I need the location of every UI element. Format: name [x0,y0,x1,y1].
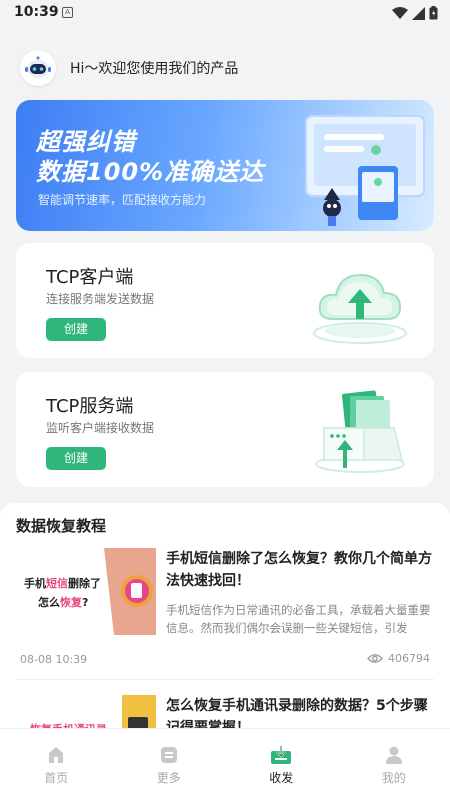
thumb-caption-1: 手机短信删除了 [24,577,101,590]
transfer-icon [271,746,292,764]
notification-icon: A [62,7,73,18]
tab-label: 收发 [269,771,294,785]
card-subtitle: 连接服务端发送数据 [46,292,155,306]
wifi-icon [392,6,408,19]
robot-icon [25,56,51,78]
tutorial-section: 数据恢复教程 手机短信删除了 怎么恢复? 手机短信删除了怎么恢复？教你几个简单方… [0,503,450,743]
greeting-row: Hi～欢迎您使用我们的产品 [20,50,238,86]
tab-more[interactable]: 更多 [113,729,226,801]
article-divider [16,679,434,680]
article-thumb-bg [104,548,156,635]
promo-banner[interactable]: 超强纠错 数据100%准确送达 智能调节速率，匹配接收方能力 [16,100,434,231]
monitor-illustration [305,115,425,226]
views-count: 406794 [388,652,430,665]
greeting-text: Hi～欢迎您使用我们的产品 [70,61,239,77]
article-title[interactable]: 手机短信删除了怎么恢复？教你几个简单方法快速找回！ [166,548,436,592]
tcp-client-card[interactable]: TCP客户端 连接服务端发送数据 创建 [16,243,434,358]
banner-subtitle: 智能调节速率，匹配接收方能力 [38,193,207,207]
card-title: TCP服务端 [46,396,134,417]
card-title: TCP客户端 [46,267,134,288]
bottom-tab-bar: 首页 更多 收发 我的 [0,728,450,801]
status-time: 10:39 [14,4,59,20]
tab-home[interactable]: 首页 [0,729,113,801]
article-views: 406794 [367,652,430,665]
eye-icon [367,654,383,663]
battery-icon [429,6,438,20]
robot-avatar [20,50,56,86]
user-icon [385,746,402,764]
tab-mine[interactable]: 我的 [338,729,450,801]
status-icons [392,6,438,20]
article-date: 08-08 10:39 [20,653,88,666]
create-client-button[interactable]: 创建 [46,318,106,341]
tab-label: 首页 [44,771,69,785]
card-subtitle: 监听客户端接收数据 [46,421,155,435]
more-icon [160,747,177,763]
article-description: 手机短信作为日常通讯的必备工具，承载着大量重要信息。然而我们偶尔会误删一些关键短… [166,603,431,635]
cloud-upload-icon [313,273,407,344]
tab-label: 我的 [381,771,406,785]
section-title: 数据恢复教程 [16,517,107,535]
create-server-button[interactable]: 创建 [46,447,106,470]
signal-icon [412,6,425,20]
banner-title-2: 数据100%准确送达 [36,158,265,186]
tab-label: 更多 [156,771,181,785]
inbox-download-icon [315,390,405,473]
thumb-caption-2: 怎么恢复? [38,596,89,609]
home-icon [49,747,64,763]
tab-transfer[interactable]: 收发 [225,729,338,801]
status-bar: 10:39 A [0,0,450,26]
tcp-server-card[interactable]: TCP服务端 监听客户端接收数据 创建 [16,372,434,487]
article-thumbnail[interactable]: 手机短信删除了 怎么恢复? [16,548,156,635]
